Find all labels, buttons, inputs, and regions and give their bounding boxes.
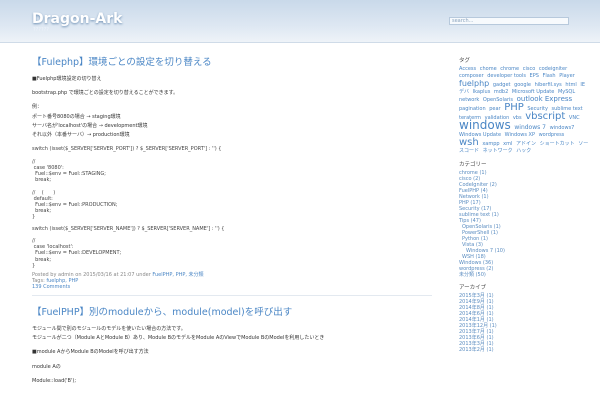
- tag-link[interactable]: EPS: [530, 73, 539, 79]
- tag-link[interactable]: gadget: [493, 82, 511, 88]
- tag-link[interactable]: Ikaplus: [473, 89, 491, 95]
- tag-link[interactable]: Player: [559, 73, 575, 79]
- post-intro: モジュール間で別のモジュールのモデルを使いたい場合の方法です。: [32, 326, 186, 333]
- tag-link[interactable]: cisco: [523, 66, 536, 72]
- post-paragraph: ■module AからModule BのModelを呼び出す方法: [32, 349, 149, 356]
- tag-link[interactable]: ハック: [516, 148, 531, 154]
- tag-link[interactable]: xampp: [482, 141, 499, 147]
- tag-link[interactable]: outlook Express: [517, 95, 573, 103]
- note-line: サーバ名が'localhost'の場合 → development環境: [32, 122, 148, 129]
- archive-list: 2015年3月 (1) 2014年9月 (1) 2014年8月 (1) 2014年6月…: [459, 293, 589, 353]
- tag-link[interactable]: xml: [503, 141, 512, 147]
- archives-heading: アーカイブ: [459, 285, 487, 291]
- main-content: 【Fulephp】環境ごとの設定を切り替える ■Fuelphp環境設定の切り替え…: [32, 50, 432, 387]
- site-header: Dragon-Ark ?????? search...: [0, 0, 600, 43]
- tag-link[interactable]: network: [459, 97, 479, 103]
- post-title[interactable]: 【FuelPHP】別のmoduleから、module(model)を呼び出す: [32, 304, 432, 318]
- tag-link[interactable]: wsh: [459, 137, 479, 148]
- tags-heading: タグ: [459, 58, 471, 64]
- search-input[interactable]: search...: [449, 17, 569, 25]
- tag-link[interactable]: pear: [489, 106, 500, 112]
- tag-link[interactable]: mdb2: [494, 89, 508, 95]
- code-block: switch (isset($_SERVER['SERVER_PORT']) ?…: [32, 146, 222, 221]
- tag-link[interactable]: windows: [459, 118, 511, 132]
- post-paragraph: bootstrap.php で環境ごとの設定を切り替えることができます。: [32, 90, 179, 97]
- tag-link[interactable]: windows 7: [514, 124, 546, 131]
- tag-link[interactable]: PHP: [504, 102, 524, 113]
- tag-link[interactable]: VNC: [569, 115, 580, 121]
- archive-item[interactable]: 2013年2月 (1): [459, 347, 589, 353]
- tag-link[interactable]: windows7: [550, 125, 575, 131]
- tag-link[interactable]: html: [565, 82, 576, 88]
- code-line: Module::load('B');: [32, 377, 77, 384]
- tag-link[interactable]: fuelphp: [459, 79, 489, 88]
- tag-link[interactable]: ネットワーク: [483, 148, 513, 154]
- tag-link[interactable]: codeigniter: [539, 66, 567, 72]
- tag-link[interactable]: Windows XP: [505, 132, 535, 138]
- tag-link[interactable]: vbs: [513, 115, 522, 121]
- post-meta: Posted by admin on 2015/03/16 at 21:07 u…: [32, 271, 432, 290]
- site-tagline: ??????: [33, 27, 49, 33]
- tag-link[interactable]: hiberfil.sys: [535, 82, 562, 88]
- tag-link[interactable]: vbscript: [525, 111, 565, 122]
- post-paragraph: module Aの: [32, 363, 61, 370]
- tag-cloud: Access chome chrome cisco codeigniter co…: [459, 66, 589, 155]
- tag-link[interactable]: wordpress: [539, 132, 565, 138]
- category-list: chrome (1) cisco (2) CodeIgniter (2) FuelPH…: [459, 170, 589, 278]
- tag-link[interactable]: chome: [480, 66, 497, 72]
- code-block: switch (isset($_SERVER['SERVER_NAME']) ?…: [32, 225, 225, 269]
- tag-link[interactable]: pagination: [459, 106, 486, 112]
- post-paragraph: モジュールが二つ（Module AとModule B）あり、Module Bのモ…: [32, 335, 325, 342]
- post-notes: 例： ポート番号8080の場合 → staging環境サーバ名が'localhos…: [32, 104, 432, 138]
- post-divider: [32, 295, 432, 297]
- note-line: 例：: [32, 104, 43, 111]
- tag-link[interactable]: Access: [459, 66, 476, 72]
- post-title[interactable]: 【Fulephp】環境ごとの設定を切り替える: [32, 54, 432, 68]
- comments-link[interactable]: 139 Comments: [32, 284, 70, 290]
- tag-link[interactable]: ショートカット: [540, 141, 575, 147]
- note-line: それ以外（本番サーバ）→ production環境: [32, 132, 130, 139]
- post-categories[interactable]: FuelPHP, PHP, 未分類: [152, 272, 203, 278]
- categories-heading: カテゴリー: [459, 162, 487, 168]
- note-line: ポート番号8080の場合 → staging環境: [32, 113, 121, 120]
- site-title[interactable]: Dragon-Ark: [32, 11, 122, 27]
- tag-link[interactable]: developer tools: [487, 73, 526, 79]
- tag-link[interactable]: Flash: [543, 73, 556, 79]
- tag-link[interactable]: chrome: [500, 66, 519, 72]
- sidebar: タグ Access chome chrome cisco codeigniter…: [459, 56, 589, 353]
- post-intro: ■Fuelphp環境設定の切り替え: [32, 76, 102, 82]
- tag-link[interactable]: アドイン: [516, 141, 536, 147]
- tag-link[interactable]: google: [514, 82, 531, 88]
